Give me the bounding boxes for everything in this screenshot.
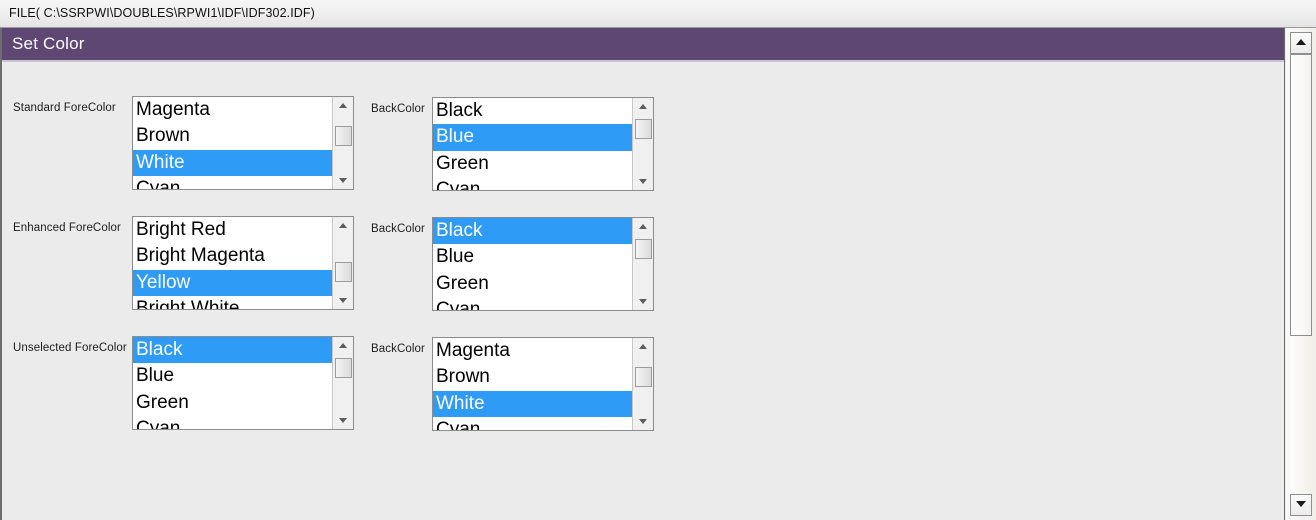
list-item[interactable]: Blue [433, 244, 632, 270]
listbox-scrollbar[interactable] [632, 338, 653, 430]
label-enhanced-backcolor: BackColor [371, 223, 425, 235]
scroll-up-arrow-icon[interactable] [333, 337, 353, 354]
scrollbar-thumb[interactable] [635, 367, 652, 387]
label-unselected-backcolor: BackColor [371, 343, 425, 355]
list-item[interactable]: Cyan [133, 416, 332, 429]
listbox-items: Black Blue Green Cyan [433, 218, 632, 310]
list-item-selected[interactable]: Black [133, 337, 332, 364]
listbox-scrollbar[interactable] [332, 217, 353, 309]
file-path-bar: FILE( C:\SSRPWI\DOUBLES\RPWI1\IDF\IDF302… [0, 0, 1316, 28]
scroll-up-arrow-icon[interactable] [1290, 32, 1312, 54]
scrollbar-thumb[interactable] [335, 126, 352, 146]
color-row-standard: Standard ForeColor Magenta Brown White C… [2, 65, 1284, 191]
scroll-up-arrow-icon[interactable] [333, 217, 353, 234]
listbox-standard-forecolor[interactable]: Magenta Brown White Cyan [132, 96, 354, 190]
listbox-standard-backcolor[interactable]: Black Blue Green Cyan [432, 97, 654, 191]
label-enhanced-forecolor: Enhanced ForeColor [13, 222, 121, 234]
label-standard-backcolor: BackColor [371, 103, 425, 115]
listbox-items: Bright Red Bright Magenta Yellow Bright … [133, 217, 332, 309]
color-row-enhanced: Enhanced ForeColor Bright Red Bright Mag… [2, 185, 1284, 311]
scroll-up-arrow-icon[interactable] [633, 98, 653, 115]
list-item[interactable]: Green [433, 151, 632, 177]
listbox-unselected-backcolor[interactable]: Magenta Brown White Cyan [432, 337, 654, 431]
list-item[interactable]: Bright Red [133, 217, 332, 243]
scrollbar-thumb[interactable] [1290, 54, 1312, 336]
list-item-selected[interactable]: White [433, 390, 632, 417]
scroll-down-arrow-icon[interactable] [1290, 494, 1312, 516]
listbox-enhanced-forecolor[interactable]: Bright Red Bright Magenta Yellow Bright … [132, 216, 354, 310]
file-path-text: FILE( C:\SSRPWI\DOUBLES\RPWI1\IDF\IDF302… [9, 6, 315, 20]
list-item[interactable]: Brown [133, 123, 332, 149]
list-item-selected[interactable]: Blue [433, 124, 632, 151]
label-standard-forecolor: Standard ForeColor [13, 102, 116, 114]
set-color-window: Set Color Standard ForeColor Magenta Bro… [0, 28, 1316, 520]
scroll-up-arrow-icon[interactable] [333, 97, 353, 114]
scroll-down-arrow-icon[interactable] [333, 412, 353, 429]
scrollbar-track[interactable] [1290, 336, 1312, 494]
list-item[interactable]: Cyan [433, 417, 632, 430]
list-item[interactable]: Brown [433, 364, 632, 390]
page-title: Set Color [12, 34, 85, 53]
color-row-unselected: Unselected ForeColor Black Blue Green Cy… [2, 305, 1284, 431]
scrollbar-thumb[interactable] [335, 358, 352, 378]
scroll-up-arrow-icon[interactable] [633, 218, 653, 235]
listbox-unselected-forecolor[interactable]: Black Blue Green Cyan [132, 336, 354, 430]
scrollbar-thumb[interactable] [335, 262, 352, 282]
listbox-scrollbar[interactable] [332, 97, 353, 189]
main-vertical-scrollbar[interactable] [1286, 28, 1316, 520]
scroll-down-arrow-icon[interactable] [633, 413, 653, 430]
listbox-items: Black Blue Green Cyan [133, 337, 332, 429]
list-item-selected[interactable]: Black [433, 218, 632, 245]
list-item[interactable]: Blue [133, 363, 332, 389]
listbox-items: Magenta Brown White Cyan [433, 338, 632, 430]
list-item[interactable]: Green [133, 390, 332, 416]
scroll-up-arrow-icon[interactable] [633, 338, 653, 355]
scrollbar-thumb[interactable] [635, 239, 652, 259]
listbox-scrollbar[interactable] [632, 218, 653, 310]
list-item[interactable]: Bright Magenta [133, 243, 332, 269]
list-item[interactable]: Magenta [433, 338, 632, 364]
listbox-items: Magenta Brown White Cyan [133, 97, 332, 189]
scrollbar-thumb[interactable] [635, 119, 652, 139]
window-title-bar: Set Color [2, 28, 1284, 62]
list-item[interactable]: Green [433, 271, 632, 297]
list-item[interactable]: Black [433, 98, 632, 124]
list-item[interactable]: Magenta [133, 97, 332, 123]
list-item-selected[interactable]: Yellow [133, 269, 332, 296]
listbox-scrollbar[interactable] [632, 98, 653, 190]
window-client-area: Set Color Standard ForeColor Magenta Bro… [2, 28, 1285, 520]
listbox-scrollbar[interactable] [332, 337, 353, 429]
label-unselected-forecolor: Unselected ForeColor [13, 342, 127, 354]
list-item-selected[interactable]: White [133, 149, 332, 176]
listbox-enhanced-backcolor[interactable]: Black Blue Green Cyan [432, 217, 654, 311]
listbox-items: Black Blue Green Cyan [433, 98, 632, 190]
